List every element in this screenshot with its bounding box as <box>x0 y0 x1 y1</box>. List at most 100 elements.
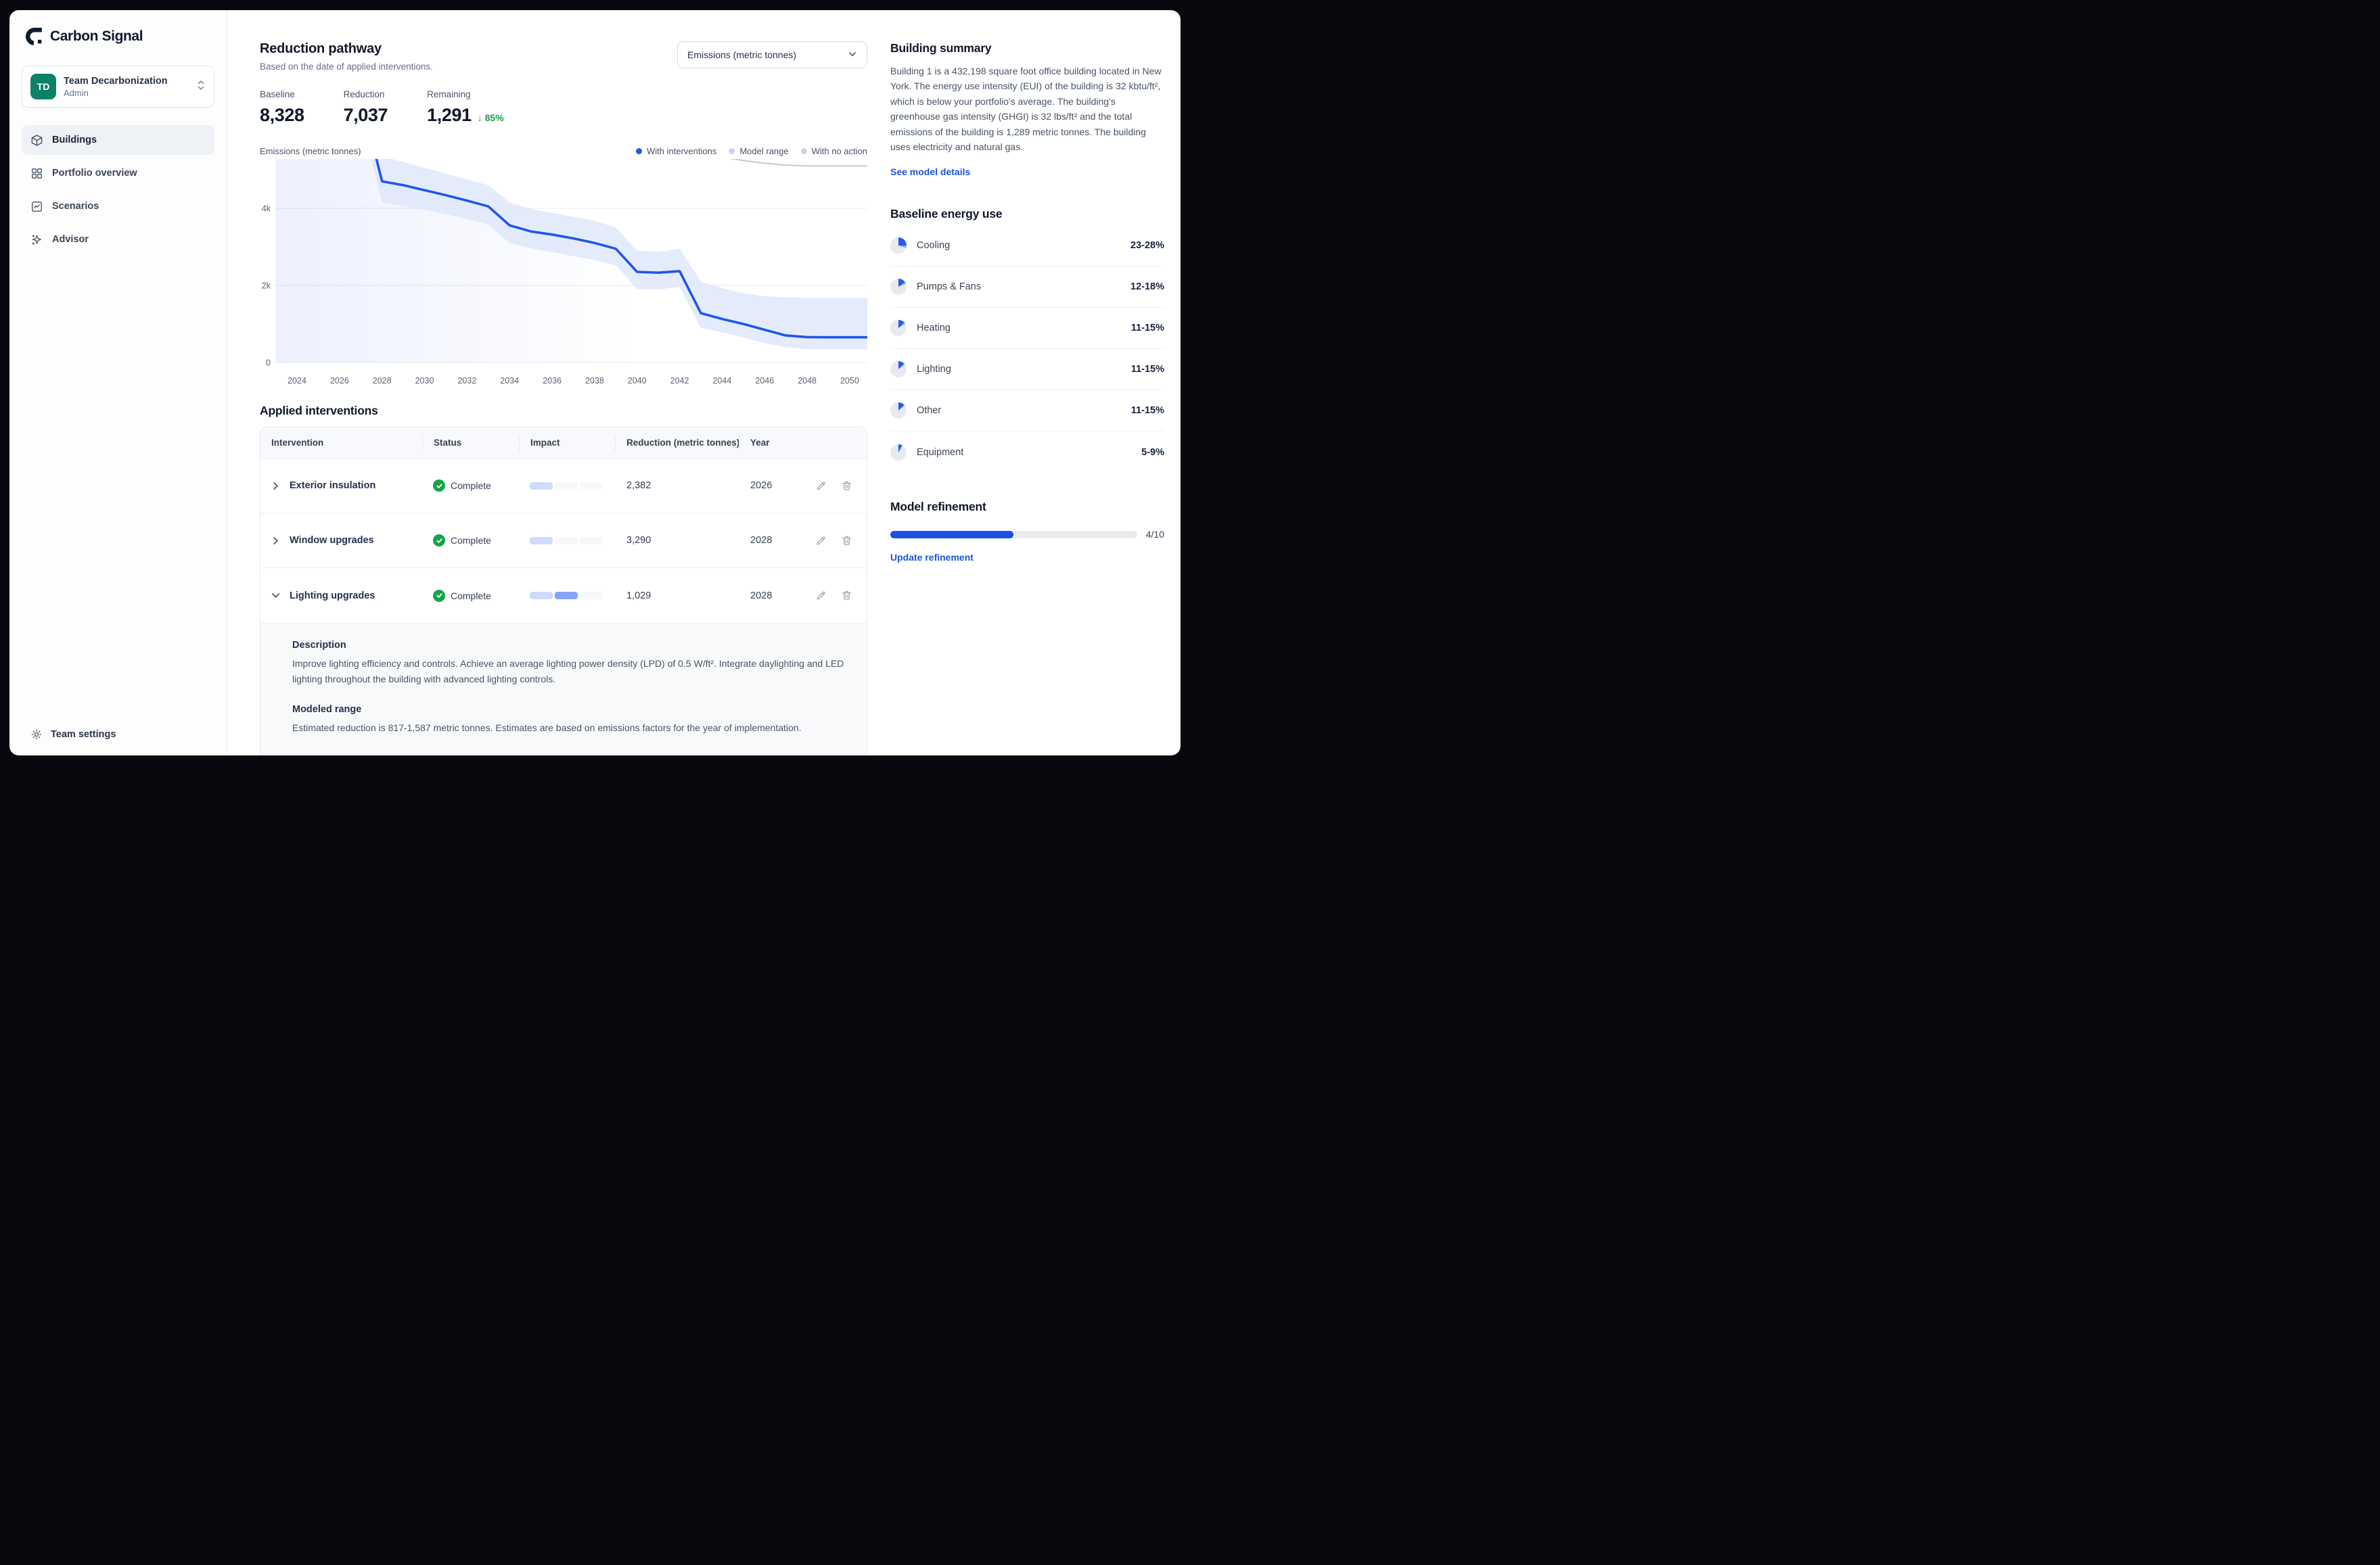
energy-label: Other <box>917 405 1121 416</box>
reduction-value: 2,382 <box>615 480 739 491</box>
sidebar-item-buildings[interactable]: Buildings <box>22 125 214 155</box>
sidebar-item-team-settings[interactable]: Team settings <box>22 728 214 741</box>
team-name: Team Decarbonization <box>64 76 189 87</box>
stat-label: Reduction <box>344 89 388 99</box>
table-row-lighting-upgrades: Lighting upgradesComplete1,0292028 <box>260 568 867 623</box>
intervention-name: Lighting upgrades <box>290 590 375 601</box>
chart-legend: With interventions Model range With no act… <box>636 146 867 156</box>
carbon-signal-logo-icon <box>26 28 43 45</box>
energy-value: 11-15% <box>1131 364 1164 375</box>
energy-row-other: Other 11-15% <box>890 390 1164 431</box>
interventions-title: Applied interventions <box>260 404 867 418</box>
team-selector[interactable]: TD Team Decarbonization Admin <box>22 66 214 108</box>
legend-item-with-no-action[interactable]: With no action <box>801 146 867 156</box>
sparkles-icon <box>30 233 43 246</box>
stat-label: Baseline <box>260 89 304 99</box>
unit-select[interactable]: Emissions (metric tonnes) <box>677 41 867 68</box>
stat-label: Remaining <box>427 89 504 99</box>
team-role: Admin <box>64 88 189 98</box>
impact-segment <box>555 482 578 490</box>
pie-icon <box>890 402 907 419</box>
impact-segment <box>555 537 578 544</box>
svg-text:2026: 2026 <box>330 376 349 386</box>
delete-icon[interactable] <box>841 535 852 546</box>
energy-value: 23-28% <box>1130 240 1164 251</box>
stat-remaining: Remaining1,291↓ 85% <box>427 89 504 126</box>
column-header-reduction: Reduction (metric tonnes) <box>615 435 739 451</box>
chevron-down-icon[interactable] <box>271 590 281 601</box>
year-value: 2028 <box>739 535 806 546</box>
svg-text:4k: 4k <box>262 204 271 214</box>
column-header-actions <box>806 435 867 451</box>
svg-text:2034: 2034 <box>500 376 519 386</box>
edit-icon[interactable] <box>815 590 827 601</box>
cube-icon <box>30 134 43 147</box>
page-subtitle: Based on the date of applied interventio… <box>260 62 433 72</box>
energy-row-pumps-fans: Pumps & Fans12-18% <box>890 266 1164 308</box>
energy-value: 11-15% <box>1131 405 1164 416</box>
refinement-progress-label: 4/10 <box>1146 529 1164 540</box>
legend-item-with-interventions[interactable]: With interventions <box>636 146 716 156</box>
refinement-progress-bar <box>890 531 1137 538</box>
column-header-status: Status <box>422 435 519 451</box>
delete-icon[interactable] <box>841 480 852 492</box>
svg-text:2024: 2024 <box>288 376 306 386</box>
main-content: Reduction pathway Based on the date of a… <box>227 10 890 755</box>
baseline-energy-list: Cooling23-28%Pumps & Fans12-18%Heating11… <box>890 225 1164 473</box>
edit-icon[interactable] <box>815 480 827 492</box>
year-value: 2028 <box>739 590 806 601</box>
grid-icon <box>30 167 43 180</box>
svg-text:2046: 2046 <box>755 376 774 386</box>
edit-icon[interactable] <box>815 535 827 546</box>
stats-row: Baseline8,328Reduction7,037Remaining1,29… <box>260 89 867 126</box>
detail-description-text: Improve lighting efficiency and controls… <box>292 656 850 686</box>
chevron-right-icon[interactable] <box>271 481 281 491</box>
stat-baseline: Baseline8,328 <box>260 89 304 126</box>
sidebar: Carbon Signal TD Team Decarbonization Ad… <box>9 10 227 755</box>
chevron-right-icon[interactable] <box>271 536 281 546</box>
see-model-details-link[interactable]: See model details <box>890 166 970 177</box>
right-panel: Building summary Building 1 is a 432,198… <box>890 10 1181 755</box>
interventions-table: InterventionStatusImpactReduction (metri… <box>260 427 867 755</box>
intervention-name: Exterior insulation <box>290 480 375 491</box>
legend-label: Model range <box>739 146 788 156</box>
impact-segment <box>555 592 578 599</box>
update-refinement-link[interactable]: Update refinement <box>890 552 974 563</box>
building-summary-title: Building summary <box>890 41 1164 55</box>
pie-icon <box>890 361 907 377</box>
app-window: Carbon Signal TD Team Decarbonization Ad… <box>9 10 1181 755</box>
pie-icon <box>890 279 907 295</box>
team-avatar: TD <box>30 74 56 99</box>
svg-text:2028: 2028 <box>373 376 392 386</box>
column-header-impact: Impact <box>519 435 615 451</box>
page-title: Reduction pathway <box>260 41 433 57</box>
sidebar-item-portfolio-overview[interactable]: Portfolio overview <box>22 158 214 188</box>
legend-label: With no action <box>812 146 867 156</box>
sidebar-nav: Buildings Portfolio overview Scenarios Advi… <box>22 125 214 254</box>
sidebar-item-label: Advisor <box>52 234 89 245</box>
delete-icon[interactable] <box>841 590 852 601</box>
model-refinement-title: Model refinement <box>890 500 1164 514</box>
svg-text:2032: 2032 <box>457 376 476 386</box>
status-label: Complete <box>451 535 491 546</box>
energy-label: Equipment <box>917 447 1131 458</box>
sidebar-item-scenarios[interactable]: Scenarios <box>22 191 214 221</box>
energy-row-lighting: Lighting11-15% <box>890 349 1164 390</box>
sidebar-item-label: Buildings <box>52 135 97 145</box>
intervention-detail-panel: Description Improve lighting efficiency … <box>260 623 867 755</box>
refinement-progress-fill <box>890 531 1013 538</box>
detail-description-title: Description <box>292 640 850 651</box>
sidebar-item-label: Scenarios <box>52 201 99 212</box>
baseline-energy-title: Baseline energy use <box>890 207 1164 221</box>
chevron-updown-icon <box>196 79 206 95</box>
year-value: 2026 <box>739 480 806 491</box>
impact-segment <box>580 537 603 544</box>
impact-bar <box>519 537 615 544</box>
legend-label: With interventions <box>647 146 716 156</box>
status-label: Complete <box>451 480 491 491</box>
chart-y-axis-title: Emissions (metric tonnes) <box>260 146 361 156</box>
legend-item-model-range[interactable]: Model range <box>729 146 788 156</box>
sidebar-item-advisor[interactable]: Advisor <box>22 225 214 254</box>
status-complete-icon <box>433 590 445 602</box>
table-row-exterior-insulation: Exterior insulation Complete 2,3822026 <box>260 459 867 513</box>
